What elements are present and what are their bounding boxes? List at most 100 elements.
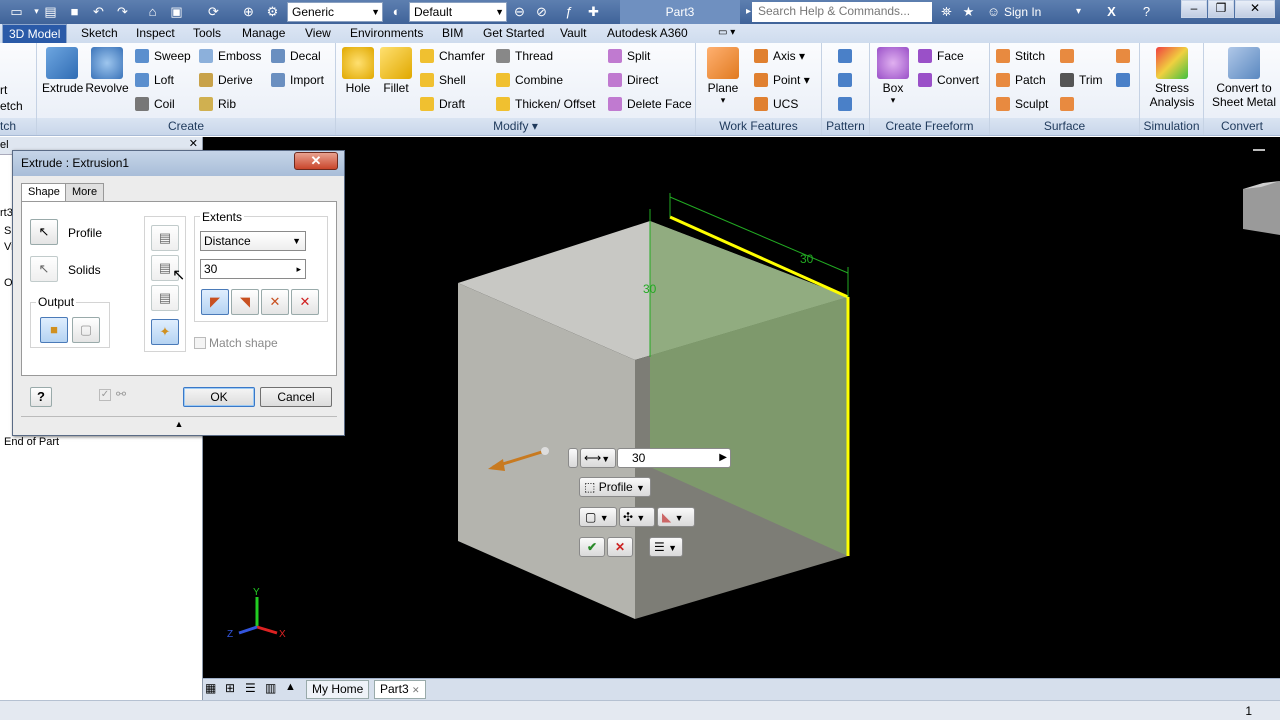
tab-shape[interactable]: Shape xyxy=(21,183,67,202)
open-icon[interactable]: ▤ xyxy=(42,3,59,20)
derive-button[interactable]: Derive xyxy=(199,71,253,89)
intersect-button[interactable]: ▤ xyxy=(151,285,179,311)
face-button[interactable]: Face xyxy=(918,47,964,65)
revolve-button[interactable]: Revolve xyxy=(85,47,129,95)
tab-my-home[interactable]: My Home xyxy=(306,680,370,699)
distance-input[interactable]: 30 ▸ xyxy=(200,259,306,279)
settings-icon[interactable]: ⚙ xyxy=(264,3,281,20)
ribbon-options-icon[interactable]: ▭ ▾ xyxy=(712,24,741,43)
direction-1-button[interactable]: ◤ xyxy=(201,289,229,315)
convert-freeform-button[interactable]: Convert xyxy=(918,71,979,89)
extents-dropdown-button[interactable]: ⟷▼ xyxy=(580,448,616,468)
convert-to-sheet-metal-button[interactable]: Convert to Sheet Metal xyxy=(1208,47,1280,109)
plane-button[interactable]: Plane ▾ xyxy=(702,47,744,106)
close-icon[interactable]: ✕ xyxy=(412,685,420,695)
return-icon[interactable]: ▣ xyxy=(168,3,185,20)
mini-toolbar-grip[interactable] xyxy=(568,448,578,468)
restore-button[interactable]: ❐ xyxy=(1208,0,1234,18)
loft-button[interactable]: Loft xyxy=(135,71,174,89)
output-surface-button[interactable]: ▢ xyxy=(72,317,100,343)
browser-end-of-part[interactable]: End of Part xyxy=(4,436,59,448)
replace-face-button[interactable] xyxy=(1060,95,1079,113)
delete-face-button[interactable]: Delete Face xyxy=(608,95,692,113)
tile-icon[interactable]: ▦ xyxy=(205,681,216,695)
ruled-surface-button[interactable] xyxy=(1060,47,1079,65)
ucs-button[interactable]: UCS xyxy=(754,95,798,113)
point-button[interactable]: Point ▾ xyxy=(754,71,810,89)
grid-icon[interactable]: ⊞ xyxy=(225,681,235,695)
binoculars-icon[interactable]: ⛯ xyxy=(938,3,955,20)
mini-operation-button[interactable]: ✣ ▼ xyxy=(619,507,655,527)
model-canvas[interactable]: 30 30 Y X Z xyxy=(203,137,1280,678)
match-shape-checkbox[interactable] xyxy=(194,337,206,349)
viewcube[interactable] xyxy=(1243,181,1280,235)
dialog-titlebar[interactable]: Extrude : Extrusion1 ✕ xyxy=(13,151,344,176)
mini-ok-button[interactable]: ✔ xyxy=(579,537,605,557)
select-icon[interactable]: ⊕ xyxy=(240,3,257,20)
chevron-down-icon[interactable]: ▾ xyxy=(1070,3,1087,20)
tab-bim[interactable]: BIM xyxy=(436,24,469,43)
tab-tools[interactable]: Tools xyxy=(187,24,227,43)
tab-3d-model[interactable]: 3D Model xyxy=(2,24,68,43)
help-button[interactable]: ? xyxy=(30,387,52,407)
symmetric-button[interactable]: ✕ xyxy=(261,289,289,315)
tab-get-started[interactable]: Get Started xyxy=(477,24,550,43)
collapse-toggle[interactable]: ▲ xyxy=(21,416,337,430)
sculpt-button[interactable]: Sculpt xyxy=(996,95,1048,113)
panel-title-modify[interactable]: Modify ▾ xyxy=(336,118,695,135)
tab-view[interactable]: View xyxy=(299,24,337,43)
fx-icon[interactable]: ƒ xyxy=(560,3,577,20)
profile-select-button[interactable]: ↖ xyxy=(30,219,58,245)
extents-type-select[interactable]: Distance ▼ xyxy=(200,231,306,251)
new-file-icon[interactable]: ▭ xyxy=(8,3,25,20)
coil-button[interactable]: Coil xyxy=(135,95,175,113)
columns-icon[interactable]: ▥ xyxy=(265,681,276,695)
stitch-button[interactable]: Stitch xyxy=(996,47,1045,65)
mirror-button[interactable] xyxy=(838,95,857,113)
chamfer-button[interactable]: Chamfer xyxy=(420,47,485,65)
help-icon[interactable]: ? xyxy=(1138,3,1155,20)
mini-distance-input[interactable]: 30 ▶ xyxy=(617,448,731,468)
update-icon[interactable]: ⟳ xyxy=(205,3,222,20)
list-icon[interactable]: ☰ xyxy=(245,681,256,695)
output-solid-button[interactable]: ■ xyxy=(40,317,68,343)
exchange-icon[interactable]: X xyxy=(1103,3,1120,20)
graphics-viewport[interactable]: 30 30 Y X Z ⟷▼ 30 ▶ ⬚ Profile ▼ ▢ ▼ ✣ ▼ ◣… xyxy=(203,137,1280,678)
tab-more[interactable]: More xyxy=(65,183,105,202)
user-icon[interactable]: ☺ xyxy=(985,3,1002,20)
home-icon[interactable]: ⌂ xyxy=(144,3,161,20)
viewport-menu-icon[interactable] xyxy=(1253,149,1265,151)
material-combo[interactable]: Generic ▼ xyxy=(287,2,383,22)
clear-override-icon[interactable]: ⊘ xyxy=(533,3,550,20)
trim-button[interactable]: Trim xyxy=(1060,71,1103,89)
adjust-icon[interactable]: ⊖ xyxy=(511,3,528,20)
browser-item-solid[interactable]: S xyxy=(4,225,11,237)
sketch-label-bottom[interactable]: etch xyxy=(0,97,23,115)
mini-options-button[interactable]: ☰ ▼ xyxy=(649,537,683,557)
tab-environments[interactable]: Environments xyxy=(344,24,429,43)
hole-button[interactable]: Hole xyxy=(340,47,376,95)
emboss-button[interactable]: Emboss xyxy=(199,47,261,65)
tab-sketch[interactable]: Sketch xyxy=(75,24,124,43)
new-solid-button[interactable]: ✦ xyxy=(151,319,179,345)
appearance-combo[interactable]: Default ▼ xyxy=(409,2,507,22)
tab-vault[interactable]: Vault xyxy=(554,24,592,43)
arrow-up-icon[interactable]: ▲ xyxy=(285,681,296,693)
axis-button[interactable]: Axis ▾ xyxy=(754,47,805,65)
thicken-offset-button[interactable]: Thicken/ Offset xyxy=(496,95,595,113)
direction-arrow-handle[interactable] xyxy=(541,447,549,455)
ok-button[interactable]: OK xyxy=(183,387,255,407)
combine-button[interactable]: Combine xyxy=(496,71,563,89)
extrude-button[interactable]: Extrude xyxy=(42,47,83,95)
patch-button[interactable]: Patch xyxy=(996,71,1046,89)
cancel-button[interactable]: Cancel xyxy=(260,387,332,407)
search-input[interactable]: Search Help & Commands... xyxy=(752,2,932,22)
direction-2-button[interactable]: ◥ xyxy=(231,289,259,315)
extend-button[interactable] xyxy=(1116,47,1135,65)
import-button[interactable]: Import xyxy=(271,71,324,89)
decal-button[interactable]: Decal xyxy=(271,47,321,65)
solids-select-button[interactable]: ↖ xyxy=(30,256,58,282)
tab-part3[interactable]: Part3 ✕ xyxy=(374,680,426,699)
tab-inspect[interactable]: Inspect xyxy=(130,24,181,43)
stress-analysis-button[interactable]: Stress Analysis xyxy=(1144,47,1200,109)
